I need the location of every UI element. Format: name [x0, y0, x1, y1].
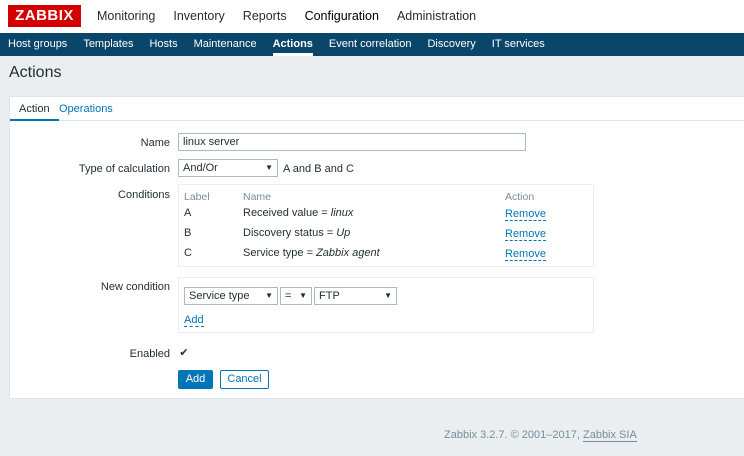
calculation-select-value: And/Or: [183, 162, 218, 174]
conditions-label: Conditions: [118, 189, 170, 201]
top-menu: Monitoring Inventory Reports Configurati…: [88, 0, 485, 33]
sub-menu-bar: Host groups Templates Hosts Maintenance …: [0, 33, 744, 56]
new-condition-label: New condition: [100, 281, 170, 293]
form-tabs: Action Operations: [10, 97, 744, 121]
menu-administration[interactable]: Administration: [388, 0, 485, 33]
name-label: Name: [140, 137, 170, 149]
name-input[interactable]: linux server: [178, 133, 526, 151]
dropdown-arrow-icon: ▼: [299, 291, 307, 300]
condition-remove-link[interactable]: Remove: [505, 208, 546, 221]
condition-row-name: Received value = linux: [243, 207, 354, 219]
dropdown-arrow-icon: ▼: [265, 291, 273, 300]
enabled-checkbox[interactable]: ✔: [178, 347, 190, 359]
calculation-select[interactable]: And/Or ▼: [178, 159, 278, 177]
action-form-panel: Action Operations Name linux server Type…: [9, 96, 744, 399]
condition-row-label: B: [184, 227, 192, 239]
submenu-maintenance[interactable]: Maintenance: [186, 33, 265, 56]
condition-value-select[interactable]: FTP ▼: [314, 287, 397, 305]
submenu-it-services[interactable]: IT services: [484, 33, 553, 56]
condition-operator-value: =: [285, 290, 292, 302]
menu-configuration[interactable]: Configuration: [296, 0, 388, 33]
footer-link[interactable]: Zabbix SIA: [582, 429, 637, 442]
conditions-header-action: Action: [505, 191, 535, 203]
add-condition-link[interactable]: Add: [184, 314, 204, 327]
submenu-hosts[interactable]: Hosts: [141, 33, 185, 56]
condition-row-label: C: [184, 247, 192, 259]
conditions-header-name: Name: [243, 191, 272, 203]
submenu-templates[interactable]: Templates: [75, 33, 141, 56]
menu-reports[interactable]: Reports: [234, 0, 296, 33]
submenu-discovery[interactable]: Discovery: [419, 33, 483, 56]
page-title: Actions: [9, 64, 62, 81]
dropdown-arrow-icon: ▼: [384, 291, 392, 300]
condition-type-select[interactable]: Service type ▼: [184, 287, 278, 305]
condition-value-value: FTP: [319, 290, 340, 302]
condition-row-name: Discovery status = Up: [243, 227, 351, 239]
condition-row-label: A: [184, 207, 192, 219]
dropdown-arrow-icon: ▼: [265, 163, 273, 172]
menu-inventory[interactable]: Inventory: [164, 0, 233, 33]
condition-operator-select[interactable]: = ▼: [280, 287, 312, 305]
condition-remove-link[interactable]: Remove: [505, 248, 546, 261]
footer-copyright: Zabbix 3.2.7. © 2001–2017,: [444, 429, 583, 441]
new-condition-box: Service type ▼ = ▼ FTP ▼ Add: [178, 277, 594, 333]
zabbix-logo[interactable]: ZABBIX: [8, 5, 81, 27]
add-button[interactable]: Add: [178, 370, 213, 389]
enabled-label: Enabled: [129, 348, 170, 360]
tab-operations[interactable]: Operations: [59, 97, 113, 121]
footer: Zabbix 3.2.7. © 2001–2017, Zabbix SIA: [444, 429, 637, 442]
tab-action[interactable]: Action: [10, 97, 59, 121]
submenu-host-groups[interactable]: Host groups: [0, 33, 75, 56]
condition-type-value: Service type: [189, 290, 250, 302]
submenu-event-correlation[interactable]: Event correlation: [321, 33, 420, 56]
condition-remove-link[interactable]: Remove: [505, 228, 546, 241]
condition-row-name: Service type = Zabbix agent: [243, 247, 380, 259]
conditions-table: Label Name Action A Received value = lin…: [178, 184, 594, 267]
calculation-formula: A and B and C: [283, 163, 354, 175]
calculation-label: Type of calculation: [78, 163, 170, 175]
conditions-header-label: Label: [184, 191, 210, 203]
top-header: ZABBIX Monitoring Inventory Reports Conf…: [0, 0, 744, 33]
submenu-actions[interactable]: Actions: [265, 33, 321, 56]
menu-monitoring[interactable]: Monitoring: [88, 0, 164, 33]
sub-menu: Host groups Templates Hosts Maintenance …: [0, 33, 744, 56]
cancel-button[interactable]: Cancel: [220, 370, 269, 389]
